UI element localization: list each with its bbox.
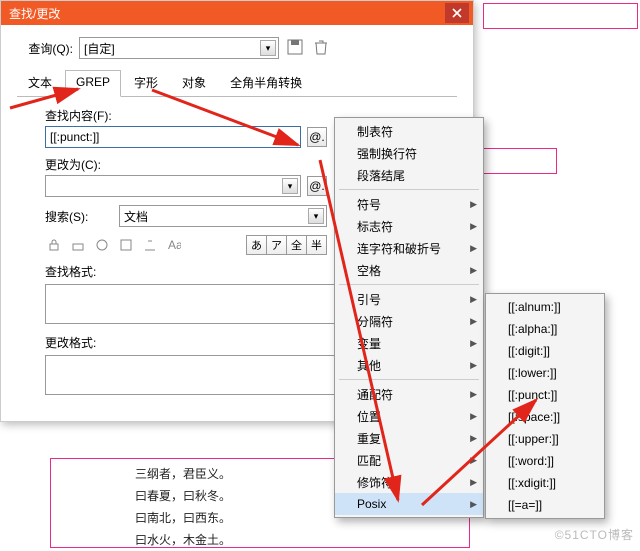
find-special-chars-button[interactable]: @. [307, 127, 327, 147]
menu-item[interactable]: 位置 [335, 405, 483, 427]
tab-glyph[interactable]: 字形 [123, 69, 169, 96]
menu-item[interactable]: 标志符 [335, 215, 483, 237]
submenu-item[interactable]: [[:space:]] [486, 406, 604, 428]
dialog-title: 查找/更改 [9, 5, 445, 22]
hidden-layers-icon[interactable] [93, 236, 111, 254]
posix-submenu: [[:alnum:]][[:alpha:]][[:digit:]][[:lowe… [485, 293, 605, 519]
locked-stories-icon[interactable] [69, 236, 87, 254]
case-sensitive-icon[interactable]: Aa [165, 236, 183, 254]
submenu-item[interactable]: [[:word:]] [486, 450, 604, 472]
submenu-item[interactable]: [[:digit:]] [486, 340, 604, 362]
menu-item[interactable]: 修饰符 [335, 471, 483, 493]
delete-query-icon[interactable] [313, 39, 331, 57]
master-pages-icon[interactable] [117, 236, 135, 254]
search-scope-combo[interactable]: 文档 ▾ [119, 205, 327, 227]
submenu-item[interactable]: [[:xdigit:]] [486, 472, 604, 494]
menu-item[interactable]: 重复 [335, 427, 483, 449]
bg-text-frame [483, 3, 638, 29]
save-query-icon[interactable] [287, 39, 305, 57]
tab-grep[interactable]: GREP [65, 70, 121, 97]
menu-item[interactable]: 强制换行符 [335, 142, 483, 164]
footnotes-icon[interactable] [141, 236, 159, 254]
submenu-item[interactable]: [[:lower:]] [486, 362, 604, 384]
submenu-item[interactable]: [[:alnum:]] [486, 296, 604, 318]
search-scope-label: 搜索(S): [45, 208, 113, 225]
chevron-down-icon: ▾ [308, 208, 324, 224]
change-special-chars-button[interactable]: @. [307, 176, 327, 196]
document-text: 三纲者，君臣义。 曰春夏，曰秋冬。 曰南北，曰西东。 曰水火，木金土。 [135, 463, 231, 551]
close-button[interactable] [445, 3, 469, 23]
menu-item[interactable]: 空格 [335, 259, 483, 281]
menu-item[interactable]: 段落结尾 [335, 164, 483, 186]
special-chars-menu: 制表符强制换行符段落结尾符号标志符连字符和破折号空格引号分隔符变量其他通配符位置… [334, 117, 484, 518]
menu-item[interactable]: 通配符 [335, 383, 483, 405]
chevron-down-icon: ▾ [282, 178, 298, 194]
tab-text[interactable]: 文本 [17, 69, 63, 96]
width-mode-segment[interactable]: あ ア 全 半 [246, 235, 327, 255]
submenu-item[interactable]: [[:upper:]] [486, 428, 604, 450]
menu-item[interactable]: 匹配 [335, 449, 483, 471]
bg-text-frame [483, 148, 557, 174]
menu-item[interactable]: 引号 [335, 288, 483, 310]
find-input[interactable] [45, 126, 301, 148]
close-icon [452, 8, 462, 18]
chevron-down-icon: ▾ [260, 40, 276, 56]
watermark: ©51CTO博客 [555, 526, 634, 543]
menu-item[interactable]: 其他 [335, 354, 483, 376]
menu-item[interactable]: 变量 [335, 332, 483, 354]
tab-object[interactable]: 对象 [171, 69, 217, 96]
titlebar[interactable]: 查找/更改 [1, 1, 473, 25]
menu-item[interactable]: 连字符和破折号 [335, 237, 483, 259]
menu-item[interactable]: Posix [335, 493, 483, 515]
menu-item[interactable]: 分隔符 [335, 310, 483, 332]
query-label: 查询(Q): [17, 40, 73, 57]
menu-item[interactable]: 制表符 [335, 120, 483, 142]
tab-bar: 文本 GREP 字形 对象 全角半角转换 [17, 69, 457, 97]
tab-width-convert[interactable]: 全角半角转换 [219, 69, 313, 96]
locked-layers-icon[interactable] [45, 236, 63, 254]
query-combo[interactable]: [自定] ▾ [79, 37, 279, 59]
submenu-item[interactable]: [[:alpha:]] [486, 318, 604, 340]
submenu-item[interactable]: [[=a=]] [486, 494, 604, 516]
change-input[interactable]: ▾ [45, 175, 301, 197]
submenu-item[interactable]: [[:punct:]] [486, 384, 604, 406]
menu-item[interactable]: 符号 [335, 193, 483, 215]
svg-text:Aa: Aa [168, 238, 181, 252]
